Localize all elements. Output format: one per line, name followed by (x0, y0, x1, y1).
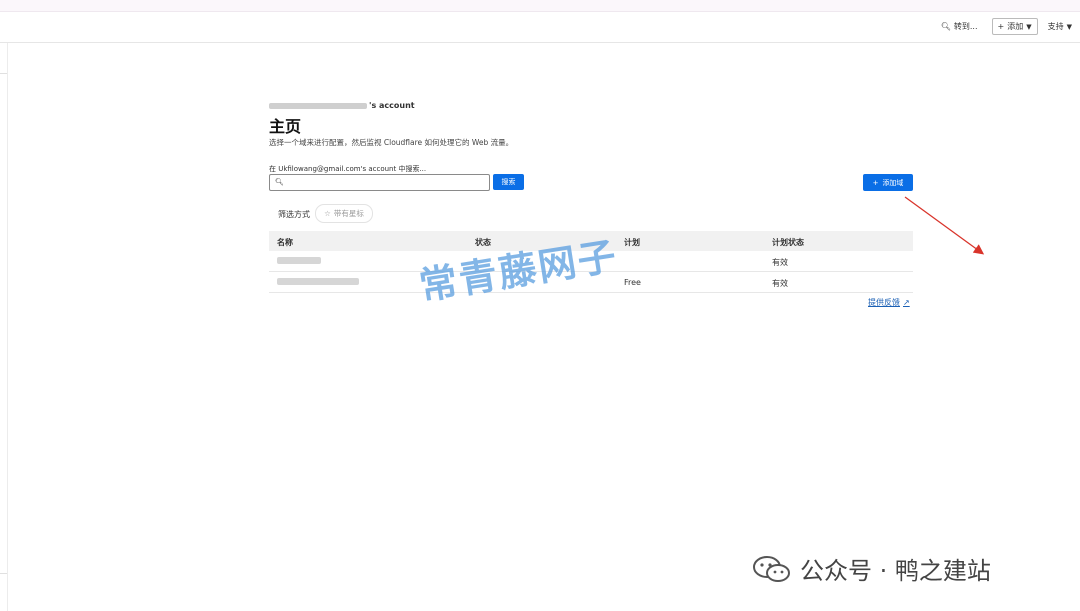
star-icon: ☆ (324, 209, 331, 218)
domain-name-redacted[interactable] (277, 257, 321, 266)
goto-button[interactable]: 🔍︎ 转到... (941, 21, 978, 32)
plus-icon: + (997, 22, 1005, 31)
column-header-plan-status[interactable]: 计划状态 (772, 237, 804, 248)
rail-divider (0, 573, 7, 574)
column-header-name[interactable]: 名称 (277, 237, 293, 248)
top-band (0, 0, 1080, 12)
plus-icon: + (872, 178, 879, 187)
search-icon: 🔍︎ (275, 178, 284, 186)
nav-actions: 🔍︎ 转到... + 添加 ▼ 支持 ▼ (941, 18, 1072, 35)
domain-name-redacted[interactable] (277, 278, 359, 287)
rail-divider (0, 73, 7, 74)
plan-cell: Free (624, 278, 641, 287)
account-suffix: 's account (369, 101, 415, 110)
goto-label: 转到... (953, 22, 978, 31)
starred-chip-label: 带有星标 (333, 209, 364, 218)
page-title: 主页 (269, 117, 302, 136)
support-label: 支持 (1047, 22, 1064, 31)
account-name: 's account (269, 101, 415, 110)
search-button[interactable]: 搜索 (493, 174, 524, 190)
caret-down-icon: ▼ (1026, 22, 1032, 31)
wechat-footer: 公众号 · 鸭之建站 (752, 551, 991, 586)
add-dropdown-button[interactable]: + 添加 ▼ (991, 18, 1038, 35)
caret-down-icon: ▼ (1066, 22, 1072, 31)
filter-label: 筛选方式 (278, 210, 310, 219)
search-input[interactable]: 🔍︎ (269, 174, 490, 191)
feedback-link[interactable]: 提供反馈 ↗ (868, 297, 910, 308)
column-header-plan[interactable]: 计划 (624, 237, 640, 248)
search-icon: 🔍︎ (940, 22, 951, 31)
add-label: 添加 (1007, 22, 1024, 31)
search-label: 在 Ukfilowang@gmail.com's account 中搜索... (269, 165, 427, 173)
wechat-account-text: 公众号 · 鸭之建站 (800, 557, 991, 585)
annotation-arrow (904, 196, 985, 255)
redacted-email (269, 102, 367, 109)
starred-filter-chip[interactable]: ☆ 带有星标 (315, 204, 373, 223)
page-description: 选择一个域来进行配置，然后监视 Cloudflare 如何处理它的 Web 流量… (269, 138, 514, 147)
wechat-icon (753, 555, 790, 582)
add-domain-button[interactable]: + 添加域 (863, 174, 913, 191)
external-link-icon: ↗ (903, 298, 910, 307)
plan-status-cell: 有效 (772, 258, 788, 267)
top-navigation-bar: 🔍︎ 转到... + 添加 ▼ 支持 ▼ (0, 12, 1080, 43)
add-domain-label: 添加域 (882, 178, 904, 187)
feedback-label: 提供反馈 (868, 298, 900, 307)
plan-status-cell: 有效 (772, 279, 788, 288)
support-dropdown-button[interactable]: 支持 ▼ (1048, 21, 1072, 32)
left-rail (0, 43, 8, 611)
